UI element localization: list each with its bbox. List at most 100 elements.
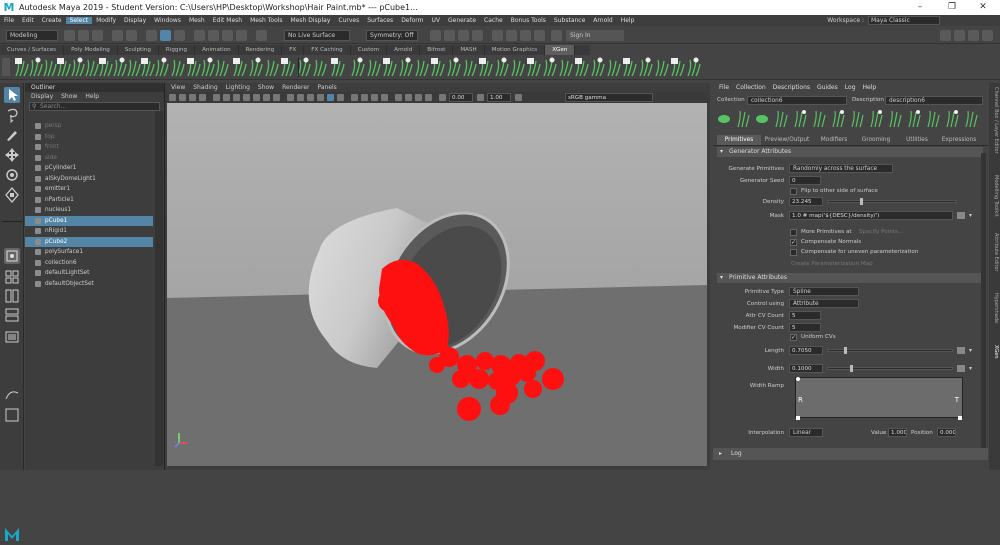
mask-expression-field[interactable]: 1.0 # map('${DESC}/density/') (789, 211, 953, 220)
primitive-type-dropdown[interactable]: Spline (789, 287, 859, 296)
groom-freeze-icon[interactable] (265, 59, 279, 77)
xgen-tab-utilities[interactable]: Utilities (897, 135, 937, 145)
textured-icon[interactable] (317, 94, 324, 101)
width-menu-arrow-icon[interactable]: ▾ (969, 365, 972, 372)
log-section-header[interactable]: ▸ Log (713, 448, 988, 460)
channel-box-toggle-icon[interactable] (940, 30, 951, 41)
density-slider[interactable] (827, 198, 957, 205)
grid-icon[interactable] (213, 94, 220, 101)
outliner-menu-show[interactable]: Show (61, 92, 77, 101)
gate-mask-icon[interactable] (243, 94, 250, 101)
default-material-icon[interactable] (307, 94, 314, 101)
ramp-end-marker[interactable] (958, 416, 962, 420)
paint-part-icon[interactable] (575, 58, 589, 77)
shelf-tab-motion-graphics[interactable]: Motion Graphics (485, 45, 546, 55)
safe-title-icon[interactable] (273, 94, 280, 101)
width-slider[interactable] (827, 365, 953, 372)
workspace-selector[interactable]: Workspace : Maya Classic (827, 16, 940, 25)
guide-density-icon[interactable] (99, 58, 113, 77)
arnold-render-view-icon[interactable] (492, 30, 503, 41)
export-patches-icon[interactable] (965, 110, 978, 128)
attr-cv-count-field[interactable]: 5 (789, 311, 821, 320)
render-options-icon[interactable] (946, 110, 959, 128)
viewport-menu-view[interactable]: View (171, 83, 185, 92)
xgen-tab-preview-output[interactable]: Preview/Output (761, 135, 813, 145)
paint-orient-icon[interactable] (559, 59, 573, 77)
width-field[interactable]: 0.1000 (789, 364, 823, 373)
outliner-item-persp[interactable]: persp (25, 121, 153, 131)
safe-action-icon[interactable] (263, 94, 270, 101)
outliner-scrollbar[interactable] (155, 111, 163, 466)
menu-create[interactable]: Create (38, 17, 66, 24)
outliner-item-pcylinder1[interactable]: pCylinder1 (25, 163, 153, 173)
hair-modifiers-icon[interactable] (927, 110, 940, 128)
preview-button-icon[interactable] (718, 115, 730, 123)
shelf-tab-fx[interactable]: FX (282, 45, 305, 55)
paint-bend-icon[interactable] (591, 57, 605, 77)
channel-box-tab[interactable]: Channel Box / Layer Editor (990, 87, 999, 154)
outliner-search-input[interactable]: ⚲ Search... (29, 102, 160, 111)
modeling-toolkit-toggle-icon[interactable] (982, 30, 993, 41)
xray-joints-icon[interactable] (415, 94, 422, 101)
outliner-item-nucleus1[interactable]: nucleus1 (25, 205, 153, 215)
menu-cache[interactable]: Cache (480, 17, 507, 24)
color-management-icon[interactable] (515, 94, 522, 101)
paint-mask-icon[interactable] (399, 57, 413, 77)
preview-options-icon[interactable] (737, 110, 750, 128)
xgen-scrollbar[interactable] (981, 153, 986, 453)
move-tool-icon[interactable] (4, 147, 20, 163)
import-preset-icon[interactable] (43, 59, 57, 77)
menu-help[interactable]: Help (617, 17, 639, 24)
menu-deform[interactable]: Deform (397, 17, 427, 24)
groom-part-icon[interactable] (331, 58, 345, 77)
four-view-layout-icon[interactable] (4, 269, 20, 285)
guide-length-icon[interactable] (113, 57, 127, 77)
xgen-menu-log[interactable]: Log (845, 83, 856, 93)
outliner-item-pcube2[interactable]: pCube2 (25, 236, 153, 247)
menu-select[interactable]: Select (65, 17, 93, 24)
create-description-icon[interactable] (15, 58, 29, 77)
mask-menu-arrow-icon[interactable]: ▾ (969, 212, 972, 219)
magnet-icon[interactable] (256, 30, 267, 41)
viewport-menu-renderer[interactable]: Renderer (282, 83, 309, 92)
live-surface-field[interactable]: No Live Surface (284, 30, 350, 41)
specify-points-button[interactable]: Specify Points... (859, 229, 903, 235)
graph-editor-layout-icon[interactable] (4, 387, 20, 403)
paint-grab-icon[interactable] (527, 58, 541, 77)
gamma-field[interactable]: 1.00 (487, 93, 511, 102)
select-guides-icon[interactable] (832, 110, 845, 128)
paint-select-tool-icon[interactable] (4, 127, 20, 143)
paint-length-icon[interactable] (431, 58, 445, 77)
anti-aliasing-icon[interactable] (371, 94, 378, 101)
bake-xgen-icon[interactable] (671, 58, 685, 77)
open-scene-icon[interactable] (78, 30, 89, 41)
groom-noise-icon[interactable] (297, 57, 311, 77)
symmetry-dropdown[interactable]: Symmetry: Off (366, 30, 418, 41)
paint-density-icon[interactable] (511, 59, 525, 77)
3d-scene[interactable] (167, 103, 707, 466)
length-expression-icon[interactable] (957, 347, 965, 354)
paint-smooth-icon[interactable] (495, 57, 509, 77)
outliner-item-aiskydomelight1[interactable]: aiSkyDomeLight1 (25, 174, 153, 184)
xgen-tab[interactable]: XGen (990, 345, 999, 359)
paint-coil-icon[interactable] (447, 57, 461, 77)
groom-smooth-icon[interactable] (281, 58, 295, 77)
hypershade-tab[interactable]: Hypershade (990, 293, 999, 323)
outliner-item-defaultobjectset[interactable]: defaultObjectSet (25, 279, 153, 289)
camera-attributes-icon[interactable] (179, 94, 186, 101)
menu-edit[interactable]: Edit (18, 17, 38, 24)
paint-region-icon[interactable] (415, 59, 429, 77)
create-collection-icon[interactable] (29, 57, 43, 77)
menu-surfaces[interactable]: Surfaces (363, 17, 397, 24)
menu-curves[interactable]: Curves (334, 17, 363, 24)
menu-display[interactable]: Display (120, 17, 150, 24)
outliner-item-side[interactable]: side (25, 153, 153, 163)
account-icon[interactable] (551, 30, 562, 41)
image-plane-icon[interactable] (199, 94, 206, 101)
groom-tool-icon[interactable] (870, 110, 883, 128)
xray-components-icon[interactable] (425, 94, 432, 101)
menu-file[interactable]: File (0, 17, 18, 24)
compensate-normals-checkbox[interactable]: ✓ (790, 239, 797, 246)
ramp-start-marker[interactable] (796, 416, 800, 420)
ipr-render-icon[interactable] (444, 30, 455, 41)
